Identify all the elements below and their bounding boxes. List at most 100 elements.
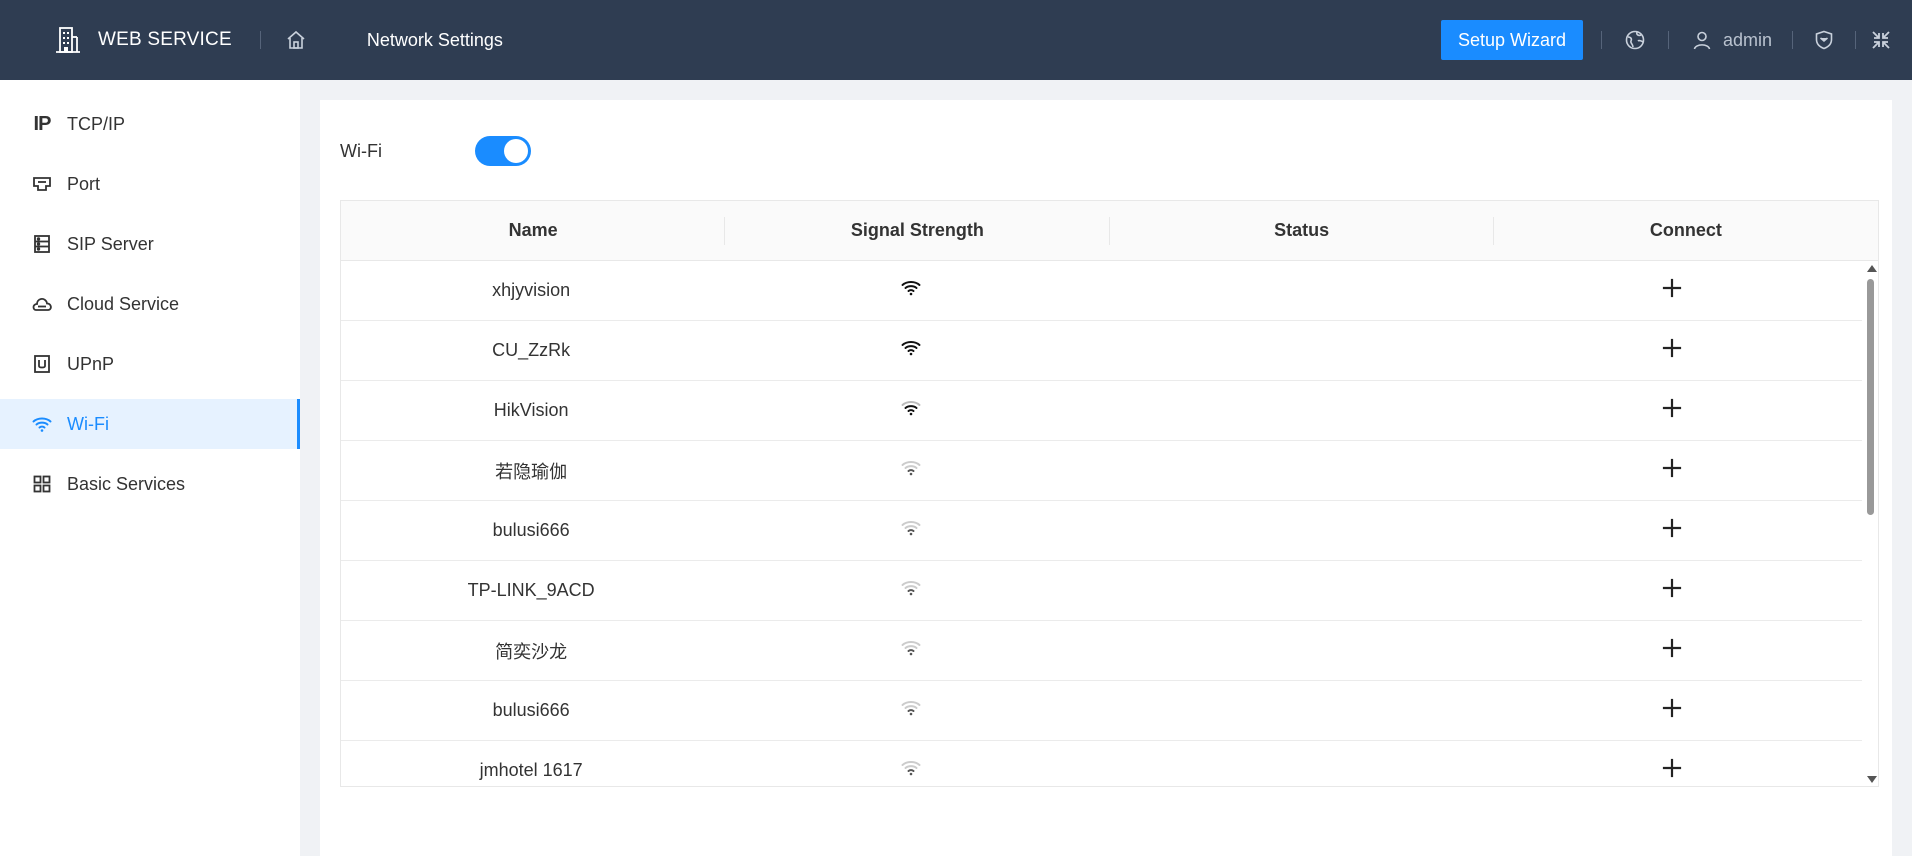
- sidebar-item-cloud-service[interactable]: Cloud Service: [0, 279, 300, 329]
- username: admin: [1722, 29, 1772, 50]
- user-icon: [1687, 25, 1717, 55]
- table-body: xhjyvision CU_ZzRk HikVision 若隐瑜伽 bulusi666 T…: [341, 261, 1878, 786]
- header-divider: [1792, 31, 1793, 49]
- plus-icon: [1662, 638, 1682, 663]
- building-icon: [52, 24, 84, 56]
- status-cell: [1102, 381, 1482, 440]
- wifi-label: Wi-Fi: [340, 140, 382, 161]
- network-name: bulusi666: [492, 520, 570, 540]
- network-name: jmhotel 1617: [479, 760, 583, 780]
- connect-button[interactable]: [1482, 621, 1862, 680]
- sidebar-item-port[interactable]: Port: [0, 159, 300, 209]
- table-header: Name Signal Strength Status Connect: [341, 201, 1878, 261]
- column-header-connect: Connect: [1649, 220, 1722, 240]
- network-name: 简奕沙龙: [495, 641, 568, 662]
- status-cell: [1102, 321, 1482, 380]
- network-name: TP-LINK_9ACD: [467, 580, 595, 600]
- plus-icon: [1662, 578, 1682, 603]
- plus-icon: [1662, 758, 1682, 783]
- plus-icon: [1662, 458, 1682, 483]
- wifi-signal-icon: [900, 698, 922, 723]
- column-header-name: Name: [341, 201, 726, 260]
- connect-button[interactable]: [1482, 501, 1862, 560]
- signal-cell: [721, 621, 1101, 680]
- grid-icon: [30, 472, 54, 496]
- sidebar-item-wifi[interactable]: Wi-Fi: [0, 399, 300, 449]
- sidebar-item-label: SIP Server: [67, 233, 154, 254]
- scroll-down-arrow-icon[interactable]: [1867, 776, 1877, 783]
- plus-icon: [1662, 518, 1682, 543]
- sidebar-item-label: Port: [67, 173, 101, 194]
- connect-button[interactable]: [1482, 441, 1862, 500]
- header-divider: [1855, 31, 1856, 49]
- connect-button[interactable]: [1482, 681, 1862, 740]
- header-divider: [259, 31, 261, 49]
- wifi-enable-row: Wi-Fi: [340, 136, 531, 166]
- network-name: bulusi666: [492, 700, 570, 720]
- table-scrollbar[interactable]: [1864, 261, 1878, 786]
- plus-icon: [1662, 338, 1682, 363]
- connect-button[interactable]: [1482, 321, 1862, 380]
- wifi-icon: [30, 412, 54, 436]
- table-row: 若隐瑜伽: [341, 441, 1862, 501]
- connect-button[interactable]: [1482, 741, 1862, 786]
- signal-cell: [721, 501, 1101, 560]
- home-icon[interactable]: [281, 25, 311, 55]
- scroll-up-arrow-icon[interactable]: [1867, 265, 1877, 272]
- sidebar: IP TCP/IP Port SIP Server Cloud Service …: [0, 80, 300, 856]
- status-cell: [1102, 681, 1482, 740]
- user-menu[interactable]: admin: [1687, 25, 1772, 55]
- page-title: Network Settings: [366, 29, 503, 50]
- sidebar-item-sip-server[interactable]: SIP Server: [0, 219, 300, 269]
- brand-title: WEB SERVICE: [98, 29, 232, 50]
- signal-cell: [721, 681, 1101, 740]
- connect-button[interactable]: [1482, 561, 1862, 620]
- wifi-signal-icon: [900, 338, 922, 363]
- sidebar-item-tcp-ip[interactable]: IP TCP/IP: [0, 99, 300, 149]
- network-name: 若隐瑜伽: [495, 461, 568, 482]
- column-header-signal-strength: Signal Strength: [725, 201, 1110, 260]
- wifi-toggle[interactable]: [475, 136, 531, 166]
- sidebar-item-label: Basic Services: [67, 473, 186, 494]
- status-cell: [1102, 501, 1482, 560]
- table-row: bulusi666: [341, 681, 1862, 741]
- sidebar-item-upnp[interactable]: UPnP: [0, 339, 300, 389]
- plus-icon: [1662, 698, 1682, 723]
- port-icon: [30, 172, 54, 196]
- network-name: HikVision: [493, 400, 569, 420]
- signal-cell: [721, 261, 1101, 320]
- table-row: jmhotel 1617: [341, 741, 1862, 786]
- shield-icon[interactable]: [1809, 25, 1839, 55]
- wifi-signal-icon: [900, 278, 922, 303]
- header-actions: Setup Wizard admin: [1440, 0, 1896, 80]
- header-divider: [1667, 31, 1669, 49]
- table-row: bulusi666: [341, 501, 1862, 561]
- sidebar-item-basic-services[interactable]: Basic Services: [0, 459, 300, 509]
- connect-button[interactable]: [1482, 381, 1862, 440]
- signal-cell: [721, 321, 1101, 380]
- server-icon: [30, 232, 54, 256]
- connect-button[interactable]: [1482, 261, 1862, 320]
- scroll-thumb[interactable]: [1867, 279, 1874, 515]
- setup-wizard-button[interactable]: Setup Wizard: [1440, 20, 1583, 60]
- table-row: HikVision: [341, 381, 1862, 441]
- status-cell: [1102, 561, 1482, 620]
- status-cell: [1102, 741, 1482, 786]
- signal-cell: [721, 441, 1101, 500]
- wifi-signal-icon: [900, 458, 922, 483]
- table-row: 简奕沙龙: [341, 621, 1862, 681]
- sidebar-item-label: TCP/IP: [67, 113, 126, 134]
- status-cell: [1102, 621, 1482, 680]
- wifi-networks-table: Name Signal Strength Status Connect xhjy…: [340, 200, 1879, 787]
- top-header: WEB SERVICE Network Settings Setup Wizar…: [0, 0, 1912, 80]
- toggle-knob: [504, 139, 528, 163]
- sidebar-item-label: Cloud Service: [67, 293, 180, 314]
- cloud-icon: [30, 292, 54, 316]
- ip-icon: IP: [33, 112, 52, 135]
- collapse-icon[interactable]: [1866, 25, 1896, 55]
- table-row: TP-LINK_9ACD: [341, 561, 1862, 621]
- network-name: CU_ZzRk: [492, 340, 571, 360]
- globe-icon[interactable]: [1620, 25, 1650, 55]
- table-row: xhjyvision: [341, 261, 1862, 321]
- network-name: xhjyvision: [492, 280, 571, 300]
